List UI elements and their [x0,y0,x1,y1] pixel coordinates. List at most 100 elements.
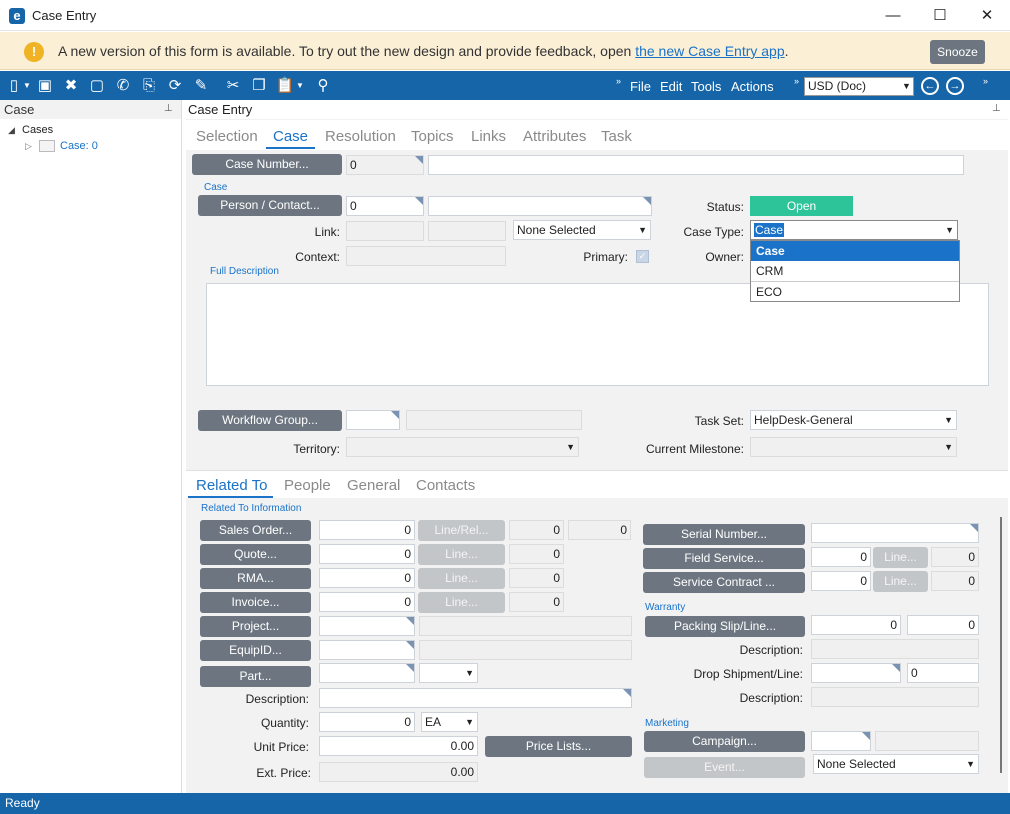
case-type-option-crm[interactable]: CRM [751,261,959,281]
territory-select[interactable]: ▼ [346,437,579,457]
workflow-desc-field[interactable] [406,410,582,430]
copy-icon[interactable]: ❐ [249,76,269,96]
unit-price-field[interactable]: 0.00 [319,736,478,756]
rma-line-field[interactable]: 0 [509,568,564,588]
project-field[interactable] [319,616,415,636]
service-contract-field[interactable]: 0 [811,571,871,591]
tree-case-item[interactable]: Case: 0 [60,140,98,152]
snooze-button[interactable]: Snooze [930,40,985,64]
menu-file[interactable]: File [630,79,651,94]
delete-icon[interactable]: ✖ [61,76,81,96]
packing-line-field[interactable]: 0 [907,615,979,635]
tab-links[interactable]: Links [471,128,506,145]
person-contact-button[interactable]: Person / Contact... [198,195,342,216]
cut-icon[interactable]: ✂ [223,76,243,96]
case-type-option-case[interactable]: Case [751,241,959,261]
case-number-field[interactable]: 0 [346,155,424,175]
currency-overflow-icon[interactable]: » [794,76,799,86]
menu-actions[interactable]: Actions [731,79,774,94]
campaign-field[interactable] [811,731,871,751]
invoice-button[interactable]: Invoice... [200,592,311,613]
scrollbar-thumb[interactable] [1000,517,1002,773]
person-name-field[interactable] [428,196,652,216]
phone-icon[interactable]: ✆ [113,76,133,96]
currency-select[interactable]: USD (Doc) [804,77,914,96]
warranty-description-field[interactable] [811,639,979,659]
task-set-select[interactable]: HelpDesk-General ▼ [750,410,957,430]
packing-slip-button[interactable]: Packing Slip/Line... [645,616,805,637]
packing-slip-field[interactable]: 0 [811,615,901,635]
uom-select[interactable]: EA ▼ [421,712,478,732]
context-field[interactable] [346,246,506,266]
close-window-button[interactable]: ✕ [964,0,1010,31]
service-contract-line-field[interactable]: 0 [931,571,979,591]
case-type-option-eco[interactable]: ECO [751,281,959,301]
tab-case[interactable]: Case [266,128,316,149]
part-description-field[interactable] [319,688,632,708]
toolbar-overflow-icon[interactable]: » [983,76,988,86]
link-field-1[interactable] [346,221,424,241]
part-rev-select[interactable]: ▼ [419,663,478,683]
related-scrollbar[interactable] [997,500,1007,778]
sales-rel-field[interactable]: 0 [568,520,631,540]
chevron-down-icon[interactable]: ▼ [902,77,914,96]
save-icon[interactable]: ▣ [35,76,55,96]
link-field-2[interactable] [428,221,506,241]
maximize-button[interactable]: ☐ [917,0,963,31]
sales-order-field[interactable]: 0 [319,520,415,540]
campaign-button[interactable]: Campaign... [644,731,805,752]
project-desc-field[interactable] [419,616,632,636]
rma-field[interactable]: 0 [319,568,415,588]
event-select[interactable]: None Selected ▼ [813,754,979,774]
price-lists-button[interactable]: Price Lists... [485,736,632,757]
quote-button[interactable]: Quote... [200,544,311,565]
part-button[interactable]: Part... [200,666,311,687]
forward-arrow-icon[interactable]: → [946,77,964,95]
clear-icon[interactable]: ▢ [87,76,107,96]
serial-number-button[interactable]: Serial Number... [643,524,805,545]
project-button[interactable]: Project... [200,616,311,637]
person-id-field[interactable]: 0 [346,196,424,216]
tree-root[interactable]: Cases [22,124,53,136]
field-service-field[interactable]: 0 [811,547,871,567]
drop-shipment-line-field[interactable]: 0 [907,663,979,683]
tab-related-to[interactable]: Related To [188,477,274,498]
link-select[interactable]: None Selected ▼ [513,220,651,240]
paste-dropdown-icon[interactable]: ▼ [295,76,305,96]
case-type-select[interactable]: Case ▼ [750,220,958,240]
equipid-desc-field[interactable] [419,640,632,660]
tab-topics[interactable]: Topics [411,128,454,145]
refresh-icon[interactable]: ⟳ [165,76,185,96]
invoice-field[interactable]: 0 [319,592,415,612]
binoculars-icon[interactable]: ⚲ [313,76,333,96]
menu-overflow-icon[interactable]: » [616,76,621,86]
tab-contacts[interactable]: Contacts [416,477,475,494]
tab-attributes[interactable]: Attributes [523,128,586,145]
tab-people[interactable]: People [284,477,331,494]
ext-price-field[interactable]: 0.00 [319,762,478,782]
workflow-group-field[interactable] [346,410,400,430]
case-summary-field[interactable] [428,155,964,175]
menu-edit[interactable]: Edit [660,79,682,94]
sales-order-button[interactable]: Sales Order... [200,520,311,541]
tab-resolution[interactable]: Resolution [325,128,396,145]
quote-field[interactable]: 0 [319,544,415,564]
back-arrow-icon[interactable]: ← [921,77,939,95]
serial-number-field[interactable] [811,523,979,543]
expand-icon[interactable]: ▷ [25,141,32,152]
equipid-button[interactable]: EquipID... [200,640,311,661]
new-app-link[interactable]: the new Case Entry app [635,43,784,59]
quantity-field[interactable]: 0 [319,712,415,732]
campaign-desc-field[interactable] [875,731,979,751]
workflow-group-button[interactable]: Workflow Group... [198,410,342,431]
tab-selection[interactable]: Selection [196,128,258,145]
collapse-icon[interactable]: ◢ [8,125,15,136]
new-dropdown-icon[interactable]: ▼ [22,76,32,96]
field-service-button[interactable]: Field Service... [643,548,805,569]
current-milestone-select[interactable]: ▼ [750,437,957,457]
rma-button[interactable]: RMA... [200,568,311,589]
drop-description-field[interactable] [811,687,979,707]
attachment-icon[interactable]: ⎘ [139,76,159,96]
equipid-field[interactable] [319,640,415,660]
field-service-line-field[interactable]: 0 [931,547,979,567]
